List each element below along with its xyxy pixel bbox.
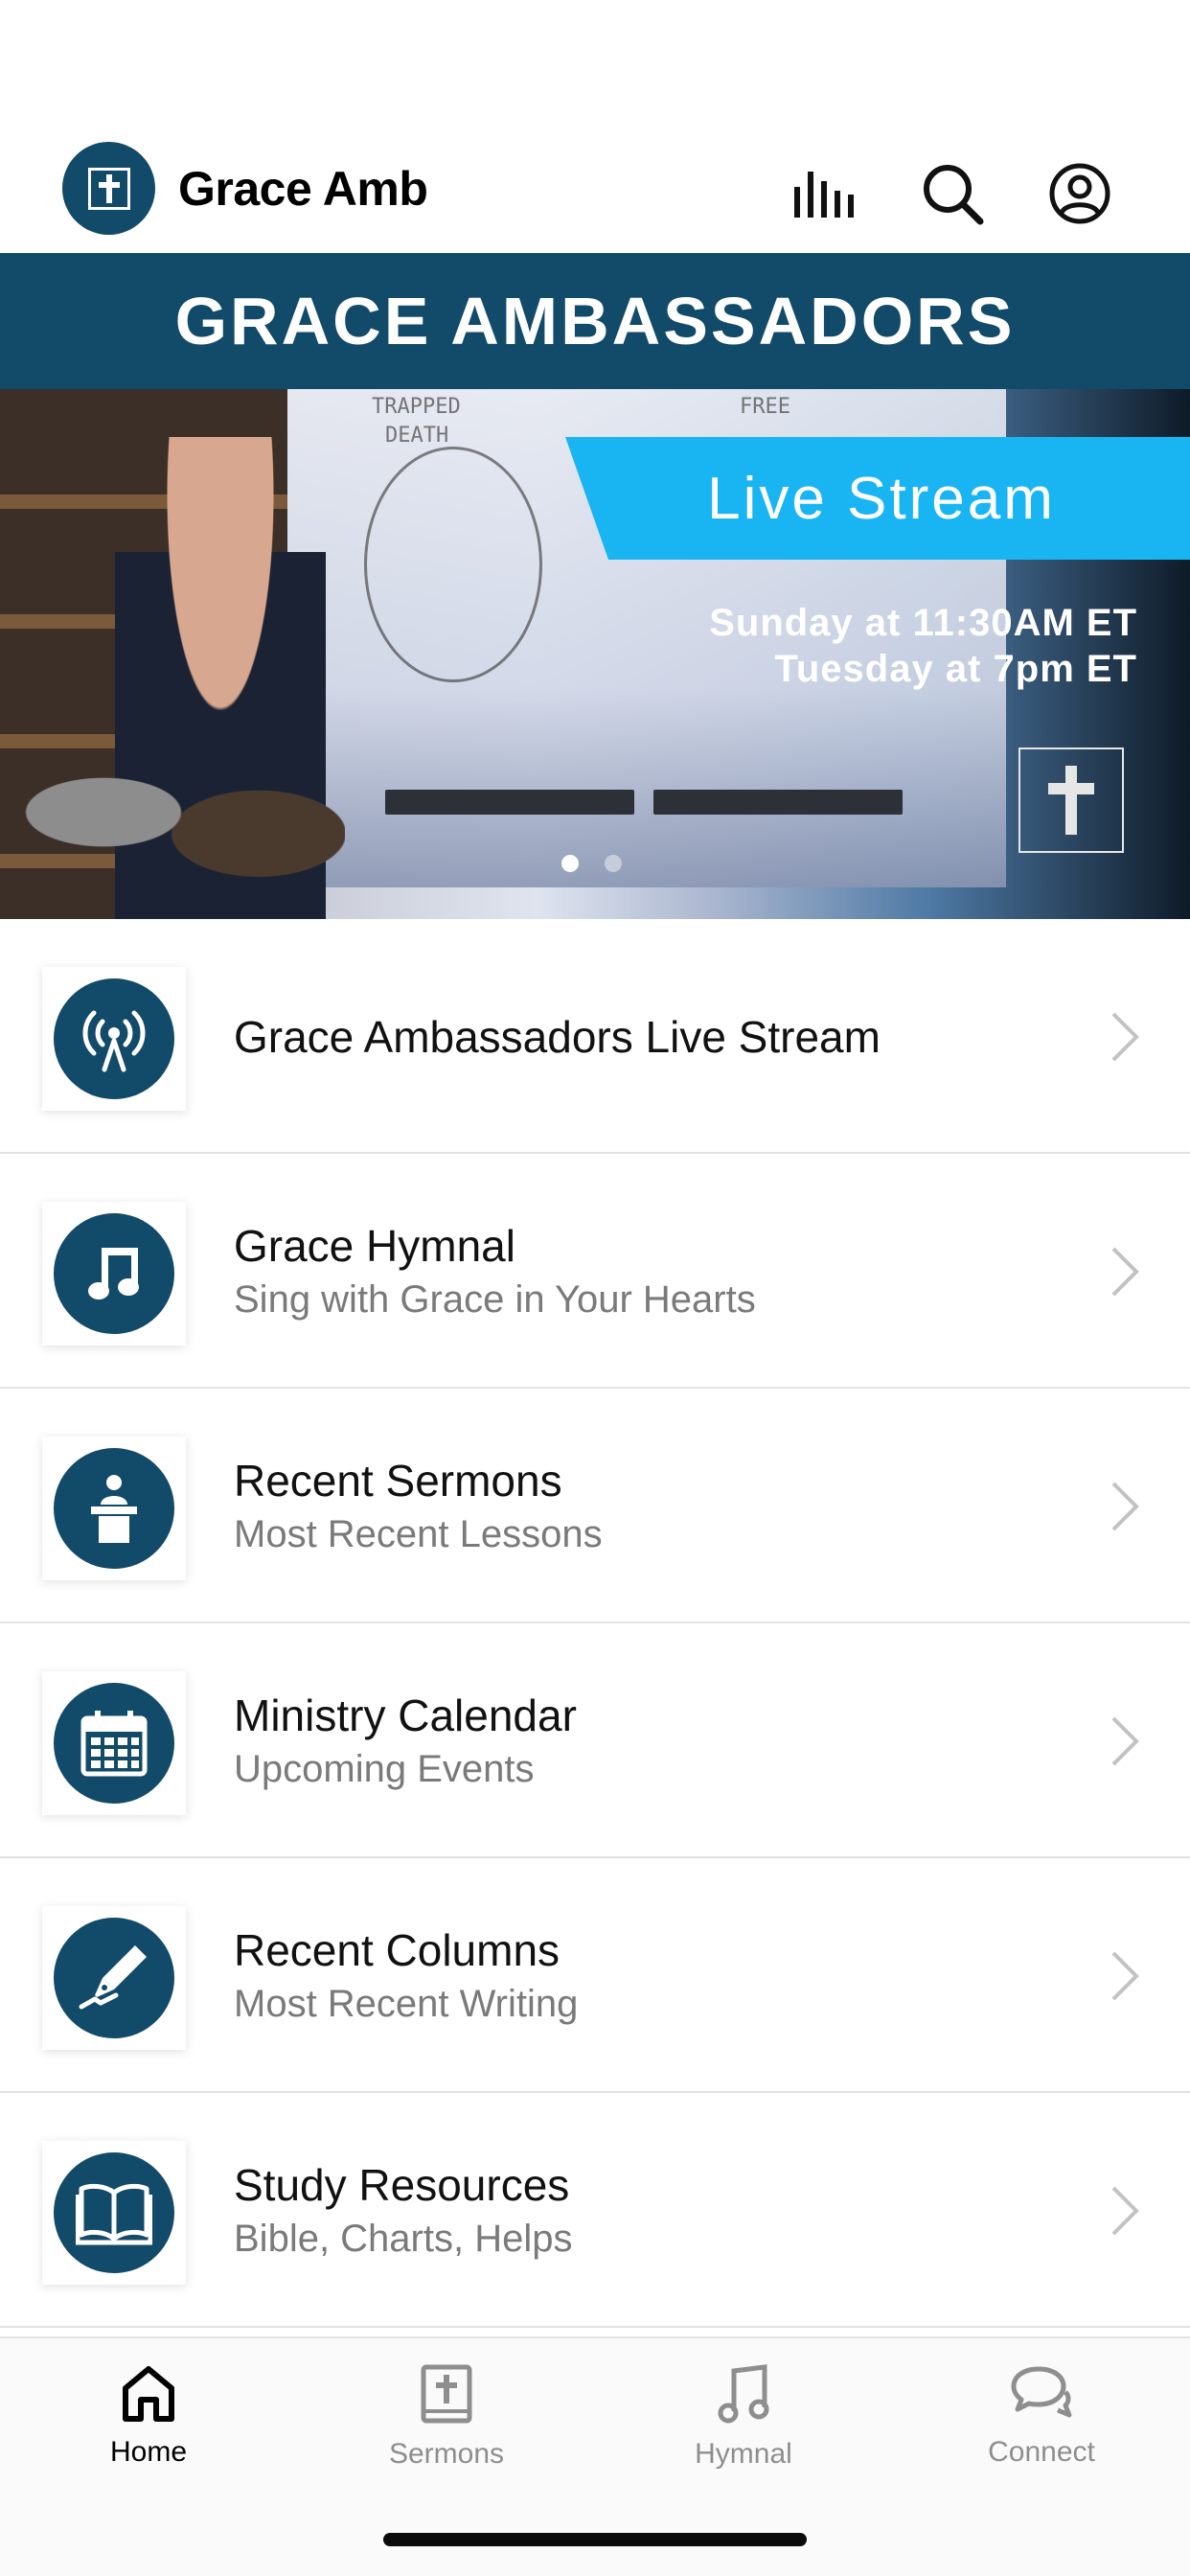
list-item-columns[interactable]: Recent Columns Most Recent Writing [0, 1858, 1190, 2093]
open-book-icon [54, 2152, 174, 2273]
top-bar: Grace Amb [0, 134, 1190, 253]
home-indicator[interactable] [383, 2533, 807, 2546]
whiteboard-text: FREE [740, 395, 790, 419]
music-note-icon [718, 2364, 769, 2424]
list-item-icon-tile [42, 1671, 186, 1815]
chat-bubbles-icon [1011, 2366, 1072, 2418]
tab-connect[interactable]: Connect [946, 2363, 1137, 2469]
stream-schedule: Sunday at 11:30AM ET Tuesday at 7pm ET [709, 600, 1137, 692]
whiteboard-text: DEATH [385, 424, 449, 448]
chevron-right-icon [1111, 2186, 1139, 2236]
schedule-line: Tuesday at 7pm ET [774, 648, 1137, 690]
list-item-subtitle: Bible, Charts, Helps [234, 2217, 573, 2260]
list-item-live-stream[interactable]: Grace Ambassadors Live Stream [0, 919, 1190, 1154]
tab-home[interactable]: Home [53, 2363, 244, 2469]
menu-list: Grace Ambassadors Live Stream Grace Hymn… [0, 919, 1190, 2328]
list-item-icon-tile [42, 1202, 186, 1346]
live-stream-banner: Live Stream [565, 437, 1190, 560]
app-logo[interactable] [62, 142, 155, 235]
whiteboard-text: TRAPPED [372, 395, 461, 419]
podium-speaker-icon [54, 1448, 174, 1569]
list-item-icon-tile [42, 1906, 186, 2050]
brand-banner: GRACE AMBASSADORS [0, 253, 1190, 389]
list-item-title: Grace Ambassadors Live Stream [234, 1011, 881, 1062]
tab-sermons[interactable]: Sermons [351, 2363, 542, 2471]
broadcast-icon [54, 978, 174, 1099]
list-item-subtitle: Upcoming Events [234, 1747, 535, 1790]
list-item-title: Study Resources [234, 2159, 570, 2210]
list-item-study-resources[interactable]: Study Resources Bible, Charts, Helps [0, 2093, 1190, 2328]
chevron-right-icon [1111, 1482, 1139, 1531]
schedule-line: Sunday at 11:30AM ET [709, 602, 1137, 644]
list-item-subtitle: Most Recent Writing [234, 1982, 579, 2025]
list-item-hymnal[interactable]: Grace Hymnal Sing with Grace in Your Hea… [0, 1154, 1190, 1389]
whiteboard-drawing [364, 447, 542, 682]
profile-icon[interactable] [1045, 159, 1114, 228]
cross-icon [87, 167, 130, 210]
list-item-icon-tile [42, 1437, 186, 1580]
list-item-title: Ministry Calendar [234, 1690, 577, 1740]
carousel-dot[interactable] [605, 855, 622, 872]
app-title: Grace Amb [178, 162, 428, 216]
home-icon [123, 2366, 174, 2422]
podium [653, 790, 903, 815]
tab-label: Hymnal [695, 2438, 792, 2470]
calendar-icon [54, 1683, 174, 1804]
list-item-title: Grace Hymnal [234, 1220, 515, 1271]
audience-photo [0, 705, 345, 919]
cross-icon [1018, 748, 1124, 853]
list-item-icon-tile [42, 967, 186, 1111]
podium [385, 790, 634, 815]
tab-label: Home [109, 2436, 188, 2468]
audio-bars-icon[interactable] [791, 159, 860, 228]
search-icon[interactable] [918, 159, 987, 228]
chevron-right-icon [1111, 1716, 1139, 1766]
chevron-right-icon [1111, 1012, 1139, 1062]
live-stream-label: Live Stream [707, 465, 1056, 532]
list-item-calendar[interactable]: Ministry Calendar Upcoming Events [0, 1623, 1190, 1858]
chevron-right-icon [1111, 1247, 1139, 1297]
tab-label: Sermons [388, 2438, 505, 2470]
list-item-sermons[interactable]: Recent Sermons Most Recent Lessons [0, 1389, 1190, 1623]
tab-label: Connect [988, 2436, 1095, 2468]
list-item-icon-tile [42, 2141, 186, 2285]
list-item-subtitle: Sing with Grace in Your Hearts [234, 1277, 756, 1321]
music-note-icon [54, 1213, 174, 1334]
tab-hymnal[interactable]: Hymnal [648, 2363, 839, 2471]
list-item-title: Recent Columns [234, 1924, 561, 1975]
chevron-right-icon [1111, 1951, 1139, 2001]
hero-carousel[interactable]: TRAPPED DEATH FREE Live Stream Sunday at… [0, 389, 1190, 919]
list-item-title: Recent Sermons [234, 1455, 562, 1506]
carousel-dot-active[interactable] [561, 855, 579, 872]
bible-icon [421, 2364, 472, 2424]
pen-nib-icon [54, 1918, 174, 2038]
carousel-dots [561, 855, 622, 872]
list-item-subtitle: Most Recent Lessons [234, 1512, 603, 1555]
